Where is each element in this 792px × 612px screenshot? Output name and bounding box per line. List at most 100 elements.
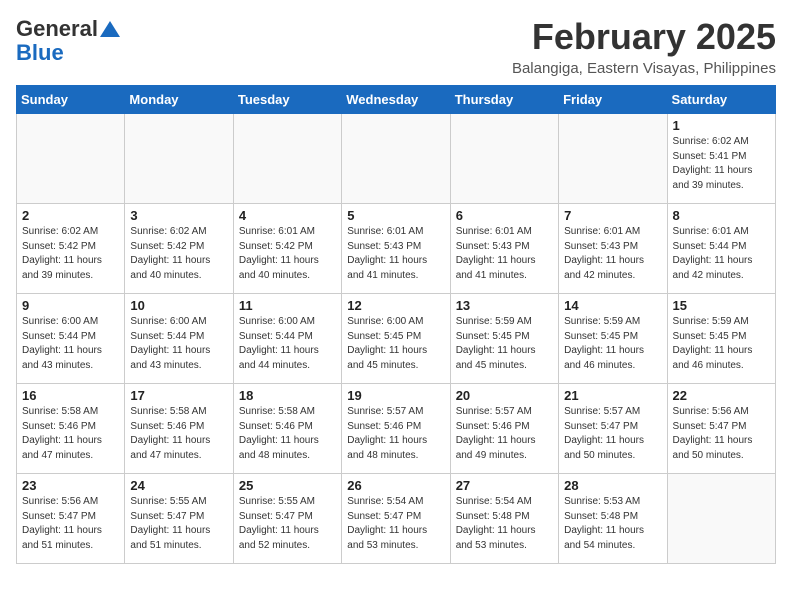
calendar-cell: 24Sunrise: 5:55 AM Sunset: 5:47 PM Dayli… <box>125 474 233 564</box>
day-info: Sunrise: 5:54 AM Sunset: 5:48 PM Dayligh… <box>456 495 553 553</box>
day-info: Sunrise: 5:56 AM Sunset: 5:47 PM Dayligh… <box>673 405 770 463</box>
calendar-cell <box>559 114 667 204</box>
calendar-header-thursday: Thursday <box>450 86 558 114</box>
day-info: Sunrise: 5:57 AM Sunset: 5:46 PM Dayligh… <box>347 405 444 463</box>
calendar-cell: 26Sunrise: 5:54 AM Sunset: 5:47 PM Dayli… <box>342 474 450 564</box>
day-info: Sunrise: 5:59 AM Sunset: 5:45 PM Dayligh… <box>564 315 661 373</box>
calendar-cell: 2 Sunrise: 6:02 AM Sunset: 5:42 PM Daylig… <box>17 204 125 294</box>
page-header: General Blue February 2025 Balangiga, Ea… <box>16 16 776 77</box>
day-info: Sunrise: 6:00 AM Sunset: 5:45 PM Dayligh… <box>347 315 444 373</box>
calendar-header-tuesday: Tuesday <box>233 86 341 114</box>
day-number: 12 <box>347 298 444 313</box>
day-info: Sunrise: 6:00 AM Sunset: 5:44 PM Dayligh… <box>22 315 119 373</box>
calendar-week-row-3: 9 Sunrise: 6:00 AM Sunset: 5:44 PM Daylig… <box>17 294 776 384</box>
calendar-cell: 15 Sunrise: 5:59 AM Sunset: 5:45 PM Dayli… <box>667 294 775 384</box>
calendar-cell: 21 Sunrise: 5:57 AM Sunset: 5:47 PM Dayli… <box>559 384 667 474</box>
day-info: Sunrise: 6:01 AM Sunset: 5:43 PM Dayligh… <box>564 225 661 283</box>
day-number: 24 <box>130 478 227 493</box>
calendar-cell: 22 Sunrise: 5:56 AM Sunset: 5:47 PM Dayli… <box>667 384 775 474</box>
calendar-cell <box>342 114 450 204</box>
calendar-cell: 9 Sunrise: 6:00 AM Sunset: 5:44 PM Daylig… <box>17 294 125 384</box>
day-info: Sunrise: 6:00 AM Sunset: 5:44 PM Dayligh… <box>130 315 227 373</box>
calendar-cell: 23 Sunrise: 5:56 AM Sunset: 5:47 PM Dayli… <box>17 474 125 564</box>
day-number: 3 <box>130 208 227 223</box>
calendar-cell: 25 Sunrise: 5:55 AM Sunset: 5:47 PM Dayli… <box>233 474 341 564</box>
day-number: 23 <box>22 478 119 493</box>
day-number: 20 <box>456 388 553 403</box>
day-info: Sunrise: 5:58 AM Sunset: 5:46 PM Dayligh… <box>239 405 336 463</box>
calendar-week-row-4: 16 Sunrise: 5:58 AM Sunset: 5:46 PM Dayli… <box>17 384 776 474</box>
calendar-cell: 3 Sunrise: 6:02 AM Sunset: 5:42 PM Daylig… <box>125 204 233 294</box>
day-number: 11 <box>239 298 336 313</box>
calendar-cell: 13Sunrise: 5:59 AM Sunset: 5:45 PM Dayli… <box>450 294 558 384</box>
calendar-cell: 27 Sunrise: 5:54 AM Sunset: 5:48 PM Dayli… <box>450 474 558 564</box>
calendar-cell: 14 Sunrise: 5:59 AM Sunset: 5:45 PM Dayli… <box>559 294 667 384</box>
day-number: 28 <box>564 478 661 493</box>
day-info: Sunrise: 6:01 AM Sunset: 5:42 PM Dayligh… <box>239 225 336 283</box>
day-info: Sunrise: 5:53 AM Sunset: 5:48 PM Dayligh… <box>564 495 661 553</box>
day-number: 16 <box>22 388 119 403</box>
day-info: Sunrise: 5:58 AM Sunset: 5:46 PM Dayligh… <box>130 405 227 463</box>
calendar-cell: 12 Sunrise: 6:00 AM Sunset: 5:45 PM Dayli… <box>342 294 450 384</box>
day-info: Sunrise: 6:01 AM Sunset: 5:43 PM Dayligh… <box>456 225 553 283</box>
day-info: Sunrise: 5:56 AM Sunset: 5:47 PM Dayligh… <box>22 495 119 553</box>
day-info: Sunrise: 6:02 AM Sunset: 5:42 PM Dayligh… <box>22 225 119 283</box>
day-info: Sunrise: 5:58 AM Sunset: 5:46 PM Dayligh… <box>22 405 119 463</box>
day-info: Sunrise: 5:59 AM Sunset: 5:45 PM Dayligh… <box>673 315 770 373</box>
calendar-cell <box>233 114 341 204</box>
calendar-week-row-1: 1Sunrise: 6:02 AM Sunset: 5:41 PM Daylig… <box>17 114 776 204</box>
day-info: Sunrise: 5:57 AM Sunset: 5:47 PM Dayligh… <box>564 405 661 463</box>
calendar-cell: 17 Sunrise: 5:58 AM Sunset: 5:46 PM Dayli… <box>125 384 233 474</box>
day-info: Sunrise: 6:02 AM Sunset: 5:42 PM Dayligh… <box>130 225 227 283</box>
day-info: Sunrise: 6:02 AM Sunset: 5:41 PM Dayligh… <box>673 135 770 193</box>
day-number: 18 <box>239 388 336 403</box>
day-info: Sunrise: 5:54 AM Sunset: 5:47 PM Dayligh… <box>347 495 444 553</box>
calendar-header-monday: Monday <box>125 86 233 114</box>
day-number: 15 <box>673 298 770 313</box>
calendar-header-friday: Friday <box>559 86 667 114</box>
logo-triangle-icon <box>99 19 121 39</box>
day-number: 25 <box>239 478 336 493</box>
calendar-table: SundayMondayTuesdayWednesdayThursdayFrid… <box>16 85 776 564</box>
day-number: 17 <box>130 388 227 403</box>
day-number: 19 <box>347 388 444 403</box>
calendar-header-wednesday: Wednesday <box>342 86 450 114</box>
day-info: Sunrise: 5:59 AM Sunset: 5:45 PM Dayligh… <box>456 315 553 373</box>
calendar-cell: 4 Sunrise: 6:01 AM Sunset: 5:42 PM Daylig… <box>233 204 341 294</box>
day-info: Sunrise: 6:01 AM Sunset: 5:43 PM Dayligh… <box>347 225 444 283</box>
calendar-cell <box>17 114 125 204</box>
calendar-cell: 16 Sunrise: 5:58 AM Sunset: 5:46 PM Dayli… <box>17 384 125 474</box>
day-number: 9 <box>22 298 119 313</box>
day-number: 22 <box>673 388 770 403</box>
calendar-cell: 18 Sunrise: 5:58 AM Sunset: 5:46 PM Dayli… <box>233 384 341 474</box>
day-info: Sunrise: 6:01 AM Sunset: 5:44 PM Dayligh… <box>673 225 770 283</box>
calendar-cell: 20Sunrise: 5:57 AM Sunset: 5:46 PM Dayli… <box>450 384 558 474</box>
calendar-cell: 5 Sunrise: 6:01 AM Sunset: 5:43 PM Daylig… <box>342 204 450 294</box>
day-number: 8 <box>673 208 770 223</box>
logo-general-part: General <box>16 16 98 42</box>
day-number: 21 <box>564 388 661 403</box>
day-number: 4 <box>239 208 336 223</box>
title-area: February 2025 Balangiga, Eastern Visayas… <box>512 16 776 77</box>
calendar-week-row-5: 23 Sunrise: 5:56 AM Sunset: 5:47 PM Dayli… <box>17 474 776 564</box>
day-info: Sunrise: 6:00 AM Sunset: 5:44 PM Dayligh… <box>239 315 336 373</box>
logo-blue-line: Blue <box>16 40 122 66</box>
location-subtitle: Balangiga, Eastern Visayas, Philippines <box>512 60 776 77</box>
calendar-header-saturday: Saturday <box>667 86 775 114</box>
day-number: 10 <box>130 298 227 313</box>
calendar-cell: 6 Sunrise: 6:01 AM Sunset: 5:43 PM Daylig… <box>450 204 558 294</box>
logo-area: General Blue <box>16 16 122 66</box>
day-number: 5 <box>347 208 444 223</box>
day-number: 27 <box>456 478 553 493</box>
calendar-cell: 11 Sunrise: 6:00 AM Sunset: 5:44 PM Dayli… <box>233 294 341 384</box>
day-number: 2 <box>22 208 119 223</box>
day-number: 6 <box>456 208 553 223</box>
day-info: Sunrise: 5:55 AM Sunset: 5:47 PM Dayligh… <box>239 495 336 553</box>
month-year-title: February 2025 <box>512 16 776 58</box>
calendar-cell: 8 Sunrise: 6:01 AM Sunset: 5:44 PM Daylig… <box>667 204 775 294</box>
day-number: 14 <box>564 298 661 313</box>
calendar-cell <box>667 474 775 564</box>
calendar-cell: 1Sunrise: 6:02 AM Sunset: 5:41 PM Daylig… <box>667 114 775 204</box>
calendar-cell: 7Sunrise: 6:01 AM Sunset: 5:43 PM Daylig… <box>559 204 667 294</box>
calendar-cell: 10 Sunrise: 6:00 AM Sunset: 5:44 PM Dayli… <box>125 294 233 384</box>
